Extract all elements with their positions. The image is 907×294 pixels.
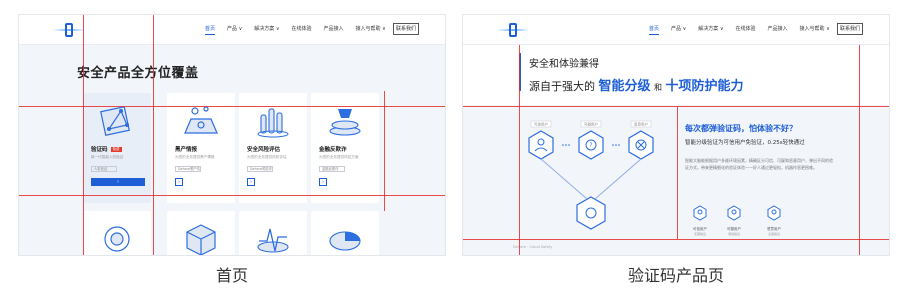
user-grading-diagram: 可信用户 可疑用户 恶意用户 ? [528,120,654,230]
card-name: 安全风险评估 [247,147,281,153]
svg-text:?: ? [589,142,592,149]
nav-item-integration[interactable]: 产品接入 [768,25,788,35]
malicious-user-icon [767,205,781,221]
nav-menu: 首页 产品 ∨ 解决方案 ∨ 在线体验 产品接入 接入与帮助 ∨ [649,25,830,35]
guide-line [519,45,520,255]
card-desc: 为您的业务提供风控方案 [319,155,359,159]
contact-button[interactable]: 联系我们 [393,23,419,35]
feature-malicious: 恶意用户 点选验证 [759,205,789,236]
guide-line [859,45,860,255]
node-label-trusted: 可信用户 [534,121,548,126]
logo-icon[interactable] [53,23,85,37]
product-card-row2-4[interactable] [311,211,379,255]
logo-icon[interactable] [497,23,529,37]
guide-line [463,239,889,240]
guide-line [677,107,678,239]
product-card-row2-1[interactable] [83,211,151,255]
smart-brain-node [576,196,606,230]
nav-item-integration[interactable]: 产品接入 [324,25,344,35]
product-card-row2-3[interactable] [239,211,307,255]
nav-item-help[interactable]: 接入与帮助 ∨ [800,25,830,35]
nav-item-home[interactable]: 首页 [205,25,216,35]
card-desc: 为您的业务提供黑产情报 [175,155,215,159]
nav-item-demo[interactable]: 在线体验 [292,25,312,35]
nav-item-help[interactable]: 接入与帮助 ∨ [356,25,386,35]
node-label-suspicious: 可疑用户 [584,121,598,126]
pie-icon [329,231,361,251]
product-card-threat-intel[interactable]: 黑产情报 为您的业务提供黑产情报 Dehare黑产情报 › [167,93,235,203]
caption-home: 首页 [215,266,248,285]
product-card-anti-fraud[interactable]: 金融反欺诈 为您的业务提供风控方案 金融反欺诈 › [311,93,379,203]
free-badge: 免费 [110,147,122,152]
suspicious-user-icon [727,205,741,221]
hero-highlight-2: 十项防护能力 [665,79,744,94]
top-nav: 首页 产品 ∨ 解决方案 ∨ 在线体验 产品接入 接入与帮助 ∨ 联系我们 [463,15,889,45]
guide-line [384,91,385,211]
card-arrow-button[interactable]: › [247,178,255,186]
feature-trusted: 可信用户 无需验证 [685,205,715,236]
trusted-user-icon [693,205,707,221]
threat-intel-icon [184,106,218,134]
cube-icon [186,224,216,255]
card-desc: 新一代智能人机验证 [91,155,124,159]
card-name: 验证码 免费 [91,147,122,153]
hero-highlight-1: 智能分级 [598,79,651,94]
guide-line [83,15,84,255]
page-title: 安全产品全方位覆盖 [77,66,199,81]
product-card-captcha[interactable]: 验证码 免费 新一代智能人机验证 人机验证 › [83,93,151,203]
captcha-icon [100,106,130,136]
node-label-malicious: 恶意用户 [634,121,648,126]
nav-item-products[interactable]: 产品 ∨ [671,25,686,35]
nav-item-home[interactable]: 首页 [649,25,660,35]
card-tag: 金融反欺诈 [319,166,345,172]
disc-icon [104,226,130,252]
pulse-icon [257,228,289,253]
card-tag: 人机验证 [91,166,117,172]
contact-button[interactable]: 联系我们 [837,23,863,35]
card-name: 金融反欺诈 [319,147,347,153]
hero-subheadline: 源自于强大的 智能分级 和 十项防护能力 [529,79,744,94]
section-subtitle: 智能分级验证为可信用户免验证，0.25s轻快通过 [685,140,805,146]
product-card-row2-2[interactable] [167,211,235,255]
card-arrow-button[interactable]: › [91,178,145,186]
product-card-risk-assessment[interactable]: 安全风险评估 为您的业务提供风险评估 Dehare风险评估 › [239,93,307,203]
hero-headline: 安全和体验兼得 [529,59,599,70]
nav-item-demo[interactable]: 在线体验 [736,25,756,35]
section-title: 每次都弹验证码，怕体验不好？ [685,124,797,133]
guide-line [153,15,154,255]
caption-captcha: 验证码产品页 [627,266,724,285]
nav-item-solutions[interactable]: 解决方案 ∨ [698,25,723,35]
nav-item-solutions[interactable]: 解决方案 ∨ [254,25,279,35]
card-name: 黑产情报 [175,147,198,153]
card-arrow-button[interactable]: › [175,178,183,186]
home-screenshot-panel: 首页 产品 ∨ 解决方案 ∨ 在线体验 产品接入 接入与帮助 ∨ 联系我们 安全… [18,14,446,256]
section-description: 智能大脑能根据用户多维环境因素，精确区分可信、可疑和恶意用户，弹出不同的验证方式… [685,158,833,170]
nav-menu: 首页 产品 ∨ 解决方案 ∨ 在线体验 产品接入 接入与帮助 ∨ [205,25,386,35]
card-tag: Dehare黑产情报 [175,166,201,172]
risk-chart-icon [257,108,289,138]
nav-item-products[interactable]: 产品 ∨ [227,25,242,35]
card-tag: Dehare风险评估 [247,166,273,172]
anti-fraud-icon [329,109,361,136]
card-arrow-button[interactable]: › [319,178,327,186]
card-desc: 为您的业务提供风险评估 [247,155,287,159]
feature-suspicious: 可疑用户 滑动验证 [719,205,749,236]
captcha-screenshot-panel: 首页 产品 ∨ 解决方案 ∨ 在线体验 产品接入 接入与帮助 ∨ 联系我们 安全… [462,14,890,256]
